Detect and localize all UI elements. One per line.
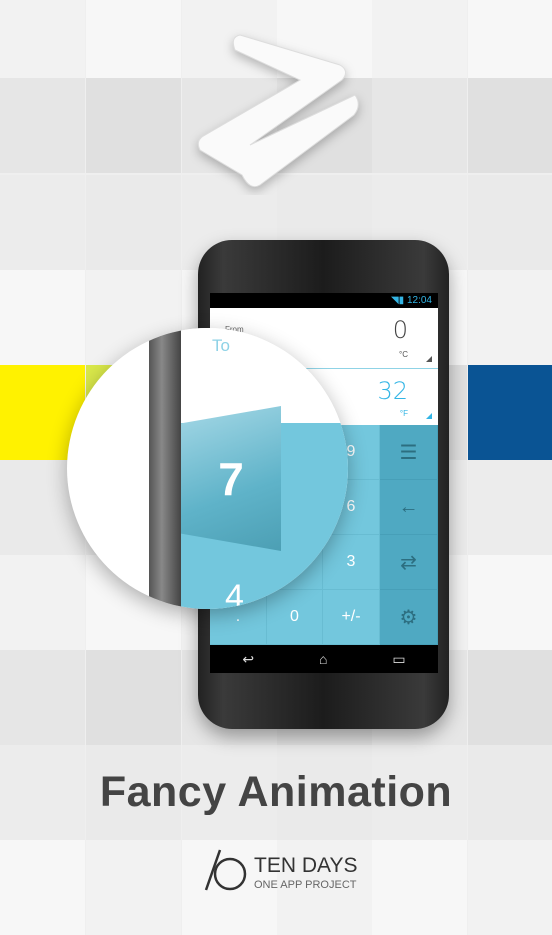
background-tile [468,650,552,745]
settings-icon[interactable]: ⚙ [380,590,438,645]
background-tile [0,555,85,650]
background-tile [468,270,552,365]
from-value: 0 [392,316,408,344]
brand-name: TEN DAYS [254,854,358,877]
background-tile [86,0,181,78]
status-bar: ◥▮ 12:04 [210,293,438,308]
background-tile [0,650,85,745]
app-logo [197,34,359,188]
background-tile [0,0,85,78]
background-tile [372,78,467,173]
phone-edge [149,328,181,609]
background-tile [0,840,85,935]
ten-days-logo-icon [204,849,247,891]
flip-digit: 7 [218,452,244,505]
background-tile [372,0,467,78]
mag-to-label: To [212,336,230,355]
to-unit[interactable]: °F [400,409,408,418]
brand-tagline: ONE APP PROJECT [254,879,357,891]
background-tile [86,840,181,935]
background-tile [0,270,85,365]
from-unit[interactable]: °C [399,350,408,359]
back-icon[interactable]: ↩ [242,651,254,668]
background-tile [468,0,552,78]
swap-icon[interactable]: ⇄ [380,535,438,590]
background-tile [468,460,552,555]
background-tile [468,840,552,935]
background-tile [468,175,552,270]
backspace-icon[interactable]: ← [380,480,438,535]
to-value: 32 [377,377,408,405]
dropdown-triangle-icon[interactable] [426,413,432,419]
menu-icon[interactable]: ☰ [380,425,438,480]
background-tile [468,78,552,173]
background-tile [0,78,85,173]
headline: Fancy Animation [99,768,453,816]
background-tile [468,365,552,460]
nav-bar: ↩ ⌂ ▭ [210,645,438,673]
background-tile [86,650,181,745]
home-icon[interactable]: ⌂ [319,651,327,667]
flip-tile: 7 [181,406,281,551]
magnifier: To 7 4 [67,328,348,609]
recent-apps-icon[interactable]: ▭ [392,651,405,668]
mag-digit-4: 4 [225,578,244,609]
status-time: 12:04 [406,295,432,306]
background-tile [0,175,85,270]
background-tile [468,555,552,650]
wifi-icon: ◥▮ [390,295,407,306]
dropdown-triangle-icon[interactable] [426,356,432,362]
background-tile [86,78,181,173]
background-tile [86,175,181,270]
background-tile [372,840,467,935]
